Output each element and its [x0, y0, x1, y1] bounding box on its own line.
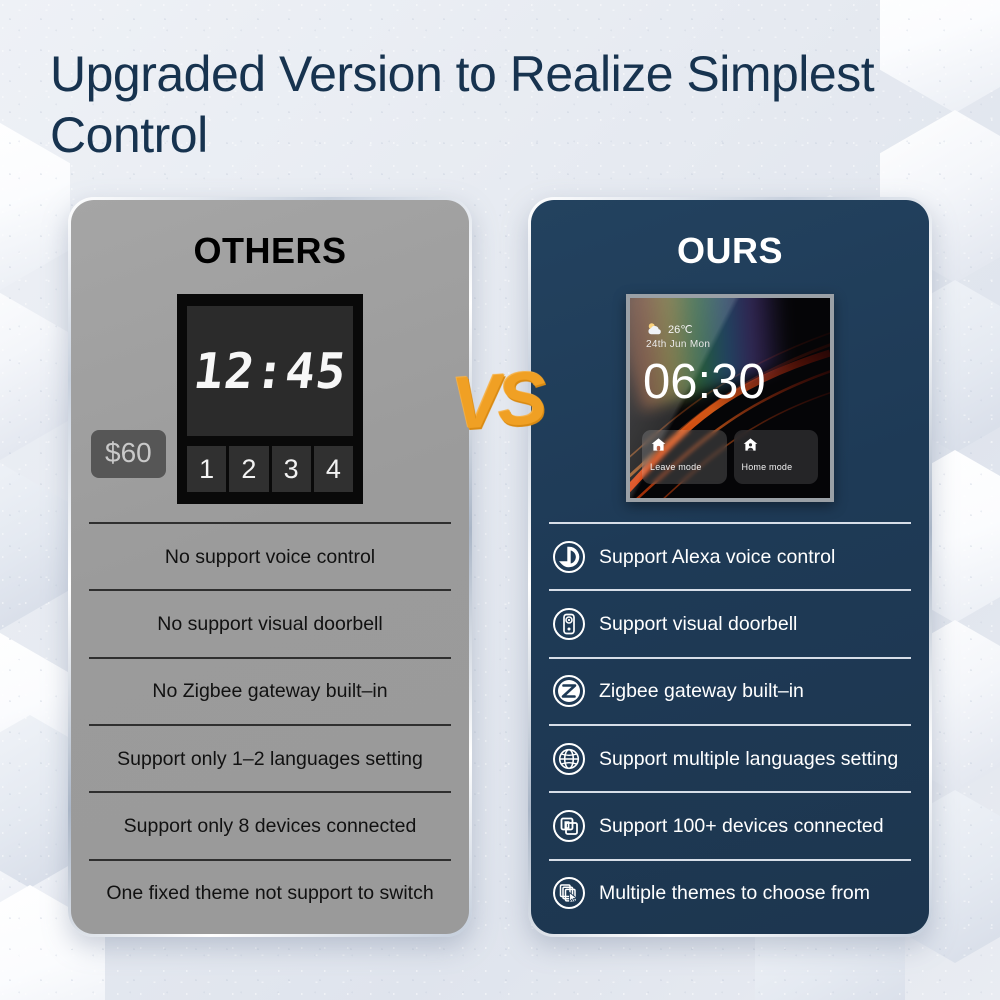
weather-temperature: 26℃ [668, 323, 693, 336]
comparison-card-others: OTHERS $60 12:45 1 2 3 4 No support voic… [68, 197, 472, 937]
sun-behind-cloud-icon [648, 323, 661, 335]
old-thermostat-device: 12:45 1 2 3 4 [177, 294, 363, 504]
others-device-area: $60 12:45 1 2 3 4 [71, 272, 469, 504]
list-item: Support multiple languages setting [549, 723, 911, 791]
leave-mode-button[interactable]: Leave mode [642, 430, 727, 484]
ours-feature-list: Support Alexa voice control Support visu… [531, 522, 929, 926]
alexa-ring-icon [553, 540, 585, 573]
themes-cursor-icon [553, 877, 585, 910]
smart-panel-time: 06:30 [643, 355, 766, 409]
old-device-time: 12:45 [190, 342, 350, 400]
list-item: No Zigbee gateway built–in [89, 656, 451, 724]
list-item: Multiple themes to choose from [549, 858, 911, 926]
list-item: Support 100+ devices connected [549, 791, 911, 858]
list-item-label: Zigbee gateway built–in [599, 680, 804, 703]
old-device-screen: 12:45 [187, 306, 353, 436]
leave-mode-label: Leave mode [650, 462, 702, 472]
globe-icon [553, 742, 585, 775]
list-item: One fixed theme not support to switch [89, 858, 451, 926]
list-item: Support visual doorbell [549, 589, 911, 656]
zigbee-icon [553, 675, 585, 708]
old-device-button-row: 1 2 3 4 [187, 446, 353, 492]
hexagon-decor [0, 460, 70, 633]
vs-badge: VS [449, 355, 546, 446]
list-item: No support visual doorbell [89, 589, 451, 656]
infographic-canvas: Upgraded Version to Realize Simplest Con… [0, 0, 1000, 1000]
mode-button-row: Leave mode Home mode [642, 430, 818, 484]
home-mode-button[interactable]: Home mode [733, 430, 818, 484]
smart-home-panel-device: 26℃ 24th Jun Mon 06:30 Leave mode Home m… [626, 294, 834, 502]
devices-layers-icon [553, 809, 585, 842]
list-item-label: Support 100+ devices connected [599, 814, 884, 837]
list-item-label: Support Alexa voice control [599, 545, 836, 568]
house-icon [651, 438, 666, 451]
weather-date: 24th Jun Mon [646, 339, 711, 350]
old-device-button[interactable]: 4 [313, 446, 353, 492]
ours-device-area: 26℃ 24th Jun Mon 06:30 Leave mode Home m… [531, 272, 929, 504]
price-badge: $60 [91, 430, 166, 478]
list-item: Zigbee gateway built–in [549, 656, 911, 724]
smart-panel-screen[interactable]: 26℃ 24th Jun Mon 06:30 Leave mode Home m… [630, 298, 830, 498]
weather-widget: 26℃ [646, 322, 693, 336]
old-device-button[interactable]: 2 [229, 446, 269, 492]
ours-title: OURS [676, 230, 783, 271]
list-item-label: Multiple themes to choose from [599, 882, 870, 905]
list-item-label: Support visual doorbell [599, 612, 798, 635]
others-title: OTHERS [193, 230, 347, 271]
comparison-card-ours: OURS 26℃ 24th Jun Mon 06:30 Leave mode H… [528, 197, 932, 937]
home-mode-label: Home mode [741, 462, 793, 472]
old-device-button[interactable]: 1 [187, 446, 227, 492]
doorbell-icon [553, 607, 585, 640]
person-in-house-icon [743, 438, 757, 451]
page-title: Upgraded Version to Realize Simplest Con… [50, 46, 875, 163]
hexagon-decor [0, 290, 70, 463]
list-item: Support only 1–2 languages setting [89, 723, 451, 791]
list-item: Support only 8 devices connected [89, 791, 451, 858]
list-item: Support Alexa voice control [549, 522, 911, 589]
list-item-label: Support multiple languages setting [599, 747, 899, 770]
list-item: No support voice control [89, 522, 451, 589]
old-device-button[interactable]: 3 [271, 446, 311, 492]
others-feature-list: No support voice control No support visu… [71, 522, 469, 926]
